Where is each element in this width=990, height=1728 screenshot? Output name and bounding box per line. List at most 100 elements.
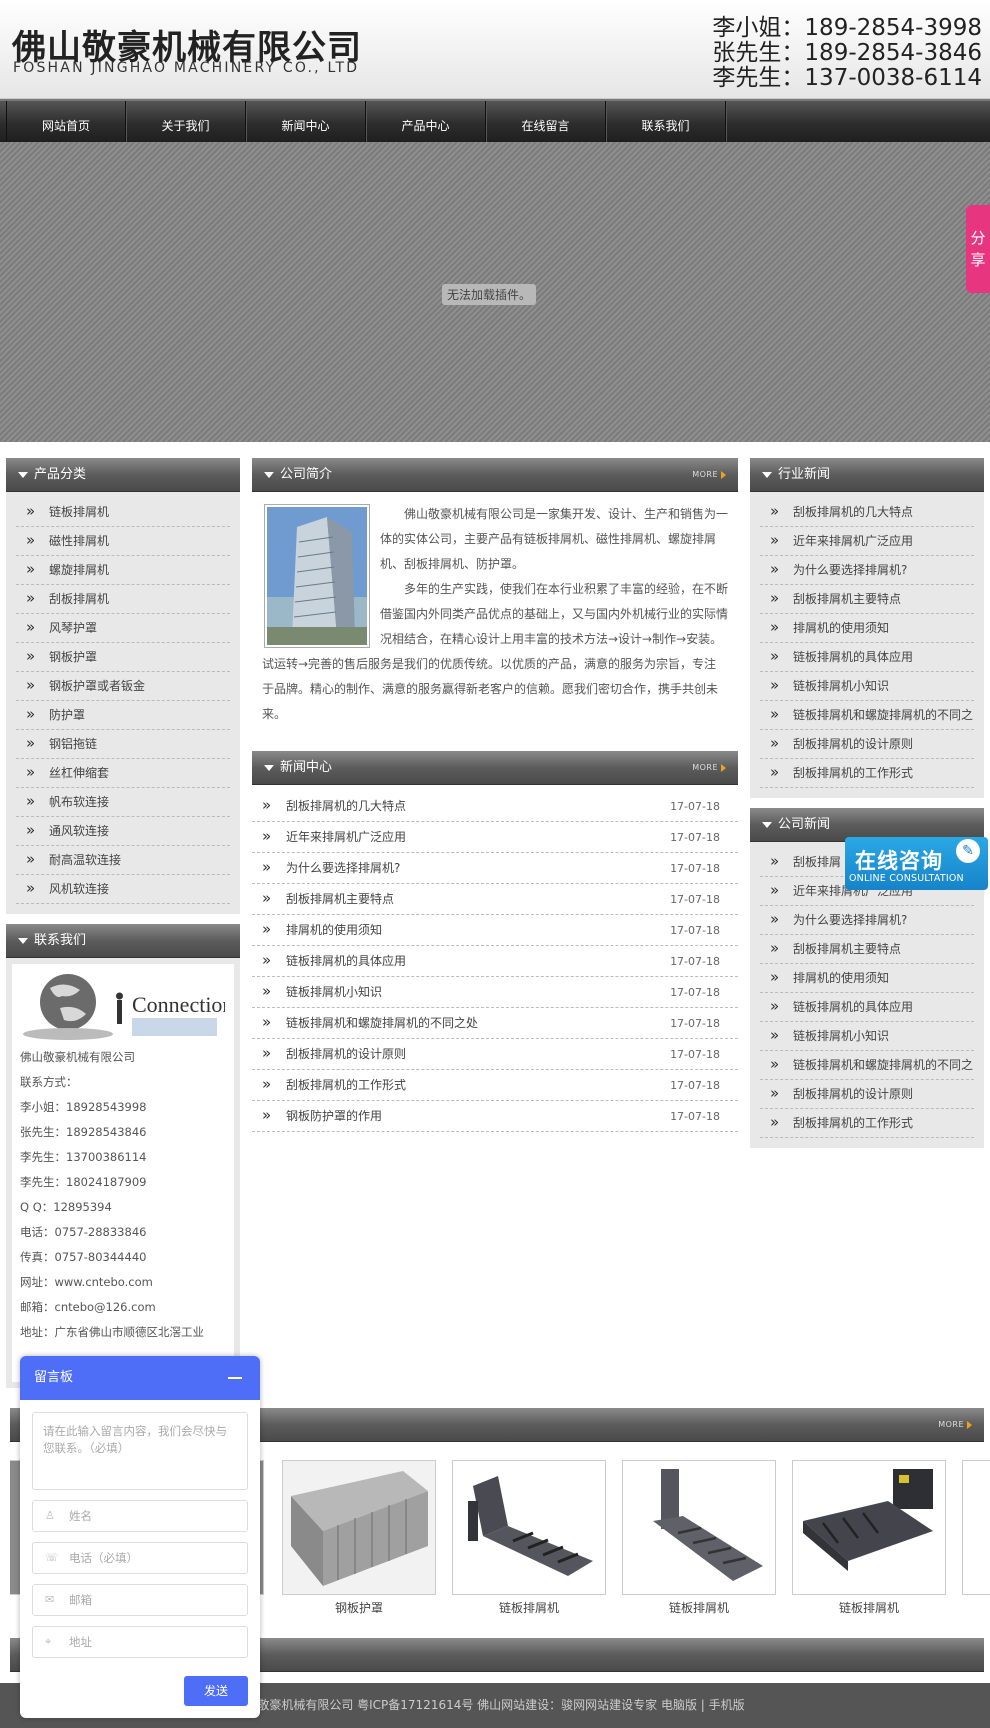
news-item[interactable]: 钢板防护罩的作用 17-07-18 xyxy=(252,1100,738,1132)
company-news-item[interactable]: 为什么要选择排屑机? xyxy=(760,906,974,935)
company-news-item[interactable]: 刮板排屑机的工作形式 xyxy=(760,1109,974,1138)
product-card[interactable] xyxy=(622,1460,776,1595)
industry-news-item[interactable]: 排屑机的使用须知 xyxy=(760,614,974,643)
news-item[interactable]: 链板排屑机小知识 17-07-18 xyxy=(252,976,738,1008)
email-input[interactable]: ✉ 邮箱 xyxy=(32,1584,248,1616)
industry-news-item[interactable]: 刮板排屑机的设计原则 xyxy=(760,730,974,759)
category-item[interactable]: 钢板护罩或者钣金 xyxy=(16,672,230,701)
news-item[interactable]: 刮板排屑机的工作形式 17-07-18 xyxy=(252,1069,738,1101)
news-title[interactable]: 刮板排屑机的设计原则 xyxy=(286,1047,406,1061)
industry-news-item[interactable]: 为什么要选择排屑机? xyxy=(760,556,974,585)
phone-input[interactable]: ☏ 电话（必填） xyxy=(32,1542,248,1574)
industry-news-list: 刮板排屑机的几大特点 近年来排屑机广泛应用 为什么要选择排屑机? 刮板排屑机主要… xyxy=(750,492,984,798)
more-link[interactable]: MORE xyxy=(692,458,726,492)
news-item[interactable]: 为什么要选择排屑机? 17-07-18 xyxy=(252,852,738,884)
send-button[interactable]: 发送 xyxy=(184,1676,248,1706)
company-news-item[interactable]: 链板排屑机和螺旋排屑机的不同之 xyxy=(760,1051,974,1080)
industry-news-item[interactable]: 链板排屑机小知识 xyxy=(760,672,974,701)
industry-news-header: 行业新闻 xyxy=(750,458,984,492)
news-item[interactable]: 刮板排屑机的几大特点 17-07-18 xyxy=(252,790,738,822)
company-news-item[interactable]: 刮板排屑机的设计原则 xyxy=(760,1080,974,1109)
news-date: 17-07-18 xyxy=(670,862,720,875)
news-title[interactable]: 刮板排屑机主要特点 xyxy=(286,892,394,906)
news-title[interactable]: 为什么要选择排屑机? xyxy=(286,861,400,875)
name-input[interactable]: ♙ 姓名 xyxy=(32,1500,248,1532)
category-item[interactable]: 通风软连接 xyxy=(16,817,230,846)
product-card[interactable] xyxy=(792,1460,946,1595)
category-item[interactable]: 磁性排屑机 xyxy=(16,527,230,556)
news-title[interactable]: 排屑机的使用须知 xyxy=(286,923,382,937)
news-item[interactable]: 链板排屑机和螺旋排屑机的不同之处 17-07-18 xyxy=(252,1007,738,1039)
right-column: 行业新闻 刮板排屑机的几大特点 近年来排屑机广泛应用 为什么要选择排屑机? 刮板… xyxy=(750,458,984,1148)
contact-phone: 张先生：18928543846 xyxy=(20,1125,147,1139)
industry-news-item[interactable]: 链板排屑机的具体应用 xyxy=(760,643,974,672)
nav-home[interactable]: 网站首页 xyxy=(6,101,126,142)
product-card[interactable] xyxy=(452,1460,606,1595)
contact-phone: 李先生：13700386114 xyxy=(20,1150,147,1164)
category-item[interactable]: 风琴护罩 xyxy=(16,614,230,643)
nav-message[interactable]: 在线留言 xyxy=(486,101,606,142)
news-title[interactable]: 刮板排屑机的工作形式 xyxy=(286,1078,406,1092)
minimize-icon[interactable] xyxy=(228,1377,242,1379)
news-title[interactable]: 链板排屑机的具体应用 xyxy=(286,954,406,968)
news-item[interactable]: 排屑机的使用须知 17-07-18 xyxy=(252,914,738,946)
consult-title: 在线咨询 xyxy=(855,849,943,873)
news-date: 17-07-18 xyxy=(670,986,720,999)
product-card[interactable] xyxy=(282,1460,436,1595)
category-item[interactable]: 链板排屑机 xyxy=(16,498,230,527)
contact-company: 佛山敬豪机械有限公司 xyxy=(20,1050,135,1064)
message-content-textarea[interactable]: 请在此输入留言内容，我们会尽快与您联系。（必填） xyxy=(32,1412,248,1490)
industry-news-item[interactable]: 刮板排屑机的工作形式 xyxy=(760,759,974,788)
message-board-header[interactable]: 留言板 xyxy=(20,1356,260,1400)
location-icon: ⌖ xyxy=(45,1635,52,1648)
company-news-item[interactable]: 链板排屑机的具体应用 xyxy=(760,993,974,1022)
news-date: 17-07-18 xyxy=(670,1079,720,1092)
product-name[interactable]: 链板排屑机 xyxy=(792,1599,946,1616)
share-tab[interactable]: 分享 xyxy=(966,205,990,293)
news-title[interactable]: 近年来排屑机广泛应用 xyxy=(286,830,406,844)
industry-news-item[interactable]: 近年来排屑机广泛应用 xyxy=(760,527,974,556)
news-item[interactable]: 刮板排屑机主要特点 17-07-18 xyxy=(252,883,738,915)
nav-about[interactable]: 关于我们 xyxy=(126,101,246,142)
chain-conveyor-image xyxy=(623,1461,775,1594)
company-news-item[interactable]: 链板排屑机小知识 xyxy=(760,1022,974,1051)
category-item[interactable]: 螺旋排屑机 xyxy=(16,556,230,585)
more-link[interactable]: MORE xyxy=(938,1408,972,1442)
panel-title: 公司新闻 xyxy=(778,817,831,832)
nav-products[interactable]: 产品中心 xyxy=(366,101,486,142)
industry-news-item[interactable]: 刮板排屑机的几大特点 xyxy=(760,498,974,527)
industry-news-item[interactable]: 刮板排屑机主要特点 xyxy=(760,585,974,614)
product-name[interactable]: 钢板护罩 xyxy=(282,1599,436,1616)
news-item[interactable]: 链板排屑机的具体应用 17-07-18 xyxy=(252,945,738,977)
news-title[interactable]: 钢板防护罩的作用 xyxy=(286,1109,382,1123)
nav-contact[interactable]: 联系我们 xyxy=(606,101,726,142)
email-placeholder: 邮箱 xyxy=(69,1593,92,1607)
product-name[interactable]: 链板排屑机 xyxy=(452,1599,606,1616)
news-item[interactable]: 近年来排屑机广泛应用 17-07-18 xyxy=(252,821,738,853)
category-item[interactable]: 丝杠伸缩套 xyxy=(16,759,230,788)
plugin-error-message: 无法加载插件。 xyxy=(442,284,537,305)
category-item[interactable]: 帆布软连接 xyxy=(16,788,230,817)
product-card-partial[interactable] xyxy=(962,1460,990,1595)
company-news-item[interactable]: 排屑机的使用须知 xyxy=(760,964,974,993)
news-title[interactable]: 链板排屑机和螺旋排屑机的不同之处 xyxy=(286,1016,478,1030)
address-input[interactable]: ⌖ 地址 xyxy=(32,1626,248,1658)
category-item[interactable]: 防护罩 xyxy=(16,701,230,730)
company-news-item[interactable]: 刮板排屑机主要特点 xyxy=(760,935,974,964)
news-item[interactable]: 刮板排屑机的设计原则 17-07-18 xyxy=(252,1038,738,1070)
category-item[interactable]: 风机软连接 xyxy=(16,875,230,904)
news-title[interactable]: 链板排屑机小知识 xyxy=(286,985,382,999)
news-date: 17-07-18 xyxy=(670,1110,720,1123)
globe-connection-image: Connection xyxy=(20,970,233,1042)
category-item[interactable]: 刮板排屑机 xyxy=(16,585,230,614)
category-item[interactable]: 耐高温软连接 xyxy=(16,846,230,875)
online-consultation-button[interactable]: 在线咨询 ONLINE CONSULTATION ✎ xyxy=(845,837,988,890)
site-header: 佛山敬豪机械有限公司 FOSHAN JINGHAO MACHINERY CO.,… xyxy=(0,0,990,99)
category-item[interactable]: 钢铝拖链 xyxy=(16,730,230,759)
product-name[interactable]: 链板排屑机 xyxy=(622,1599,776,1616)
industry-news-item[interactable]: 链板排屑机和螺旋排屑机的不同之 xyxy=(760,701,974,730)
nav-news[interactable]: 新闻中心 xyxy=(246,101,366,142)
category-item[interactable]: 钢板护罩 xyxy=(16,643,230,672)
more-link[interactable]: MORE xyxy=(692,751,726,785)
news-title[interactable]: 刮板排屑机的几大特点 xyxy=(286,799,406,813)
